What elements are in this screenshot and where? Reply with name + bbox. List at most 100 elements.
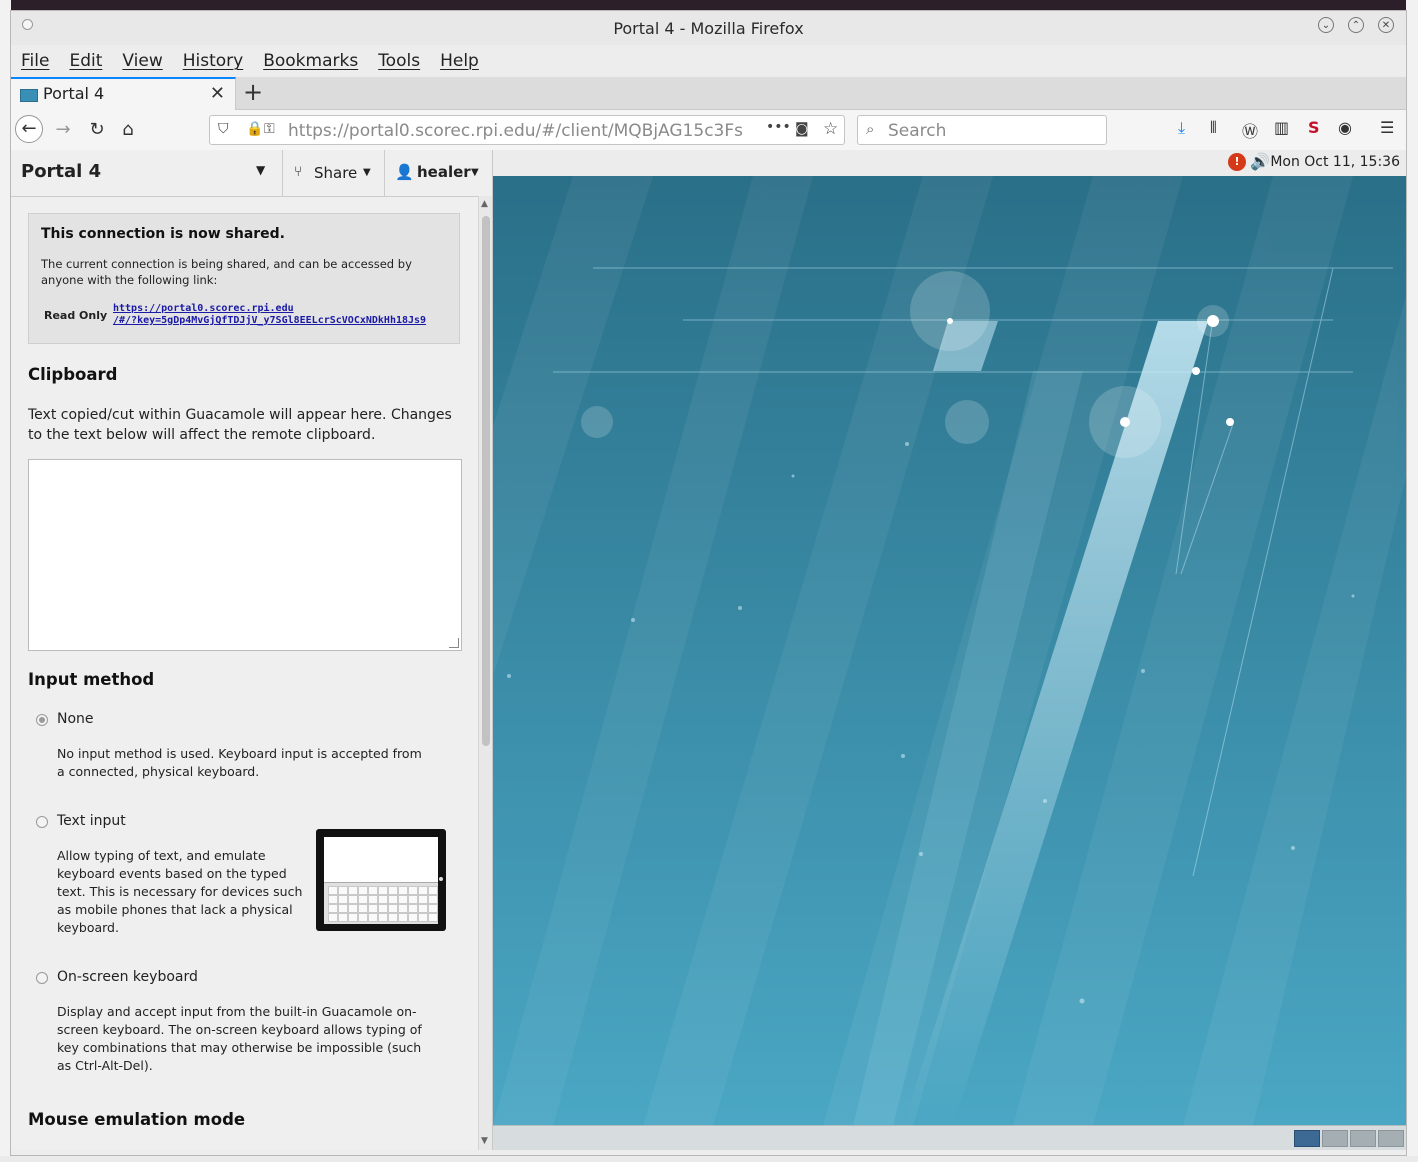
keyboard-key — [358, 895, 368, 904]
keyboard-key — [338, 886, 348, 895]
keyboard-key — [348, 904, 358, 913]
keyboard-key — [428, 913, 438, 922]
scroll-up-icon[interactable]: ▲ — [481, 199, 488, 209]
keyboard-key — [398, 913, 408, 922]
bookmark-star-icon[interactable]: ☆ — [823, 119, 838, 139]
remote-bottom-panel — [493, 1125, 1406, 1150]
option-none-label[interactable]: None — [57, 711, 94, 727]
share-menu-button[interactable]: ⑂ Share ▼ — [282, 150, 385, 196]
keyboard-key — [418, 904, 428, 913]
keyboard-key — [398, 886, 408, 895]
sidebar-scrollbar[interactable]: ▲ ▼ — [478, 196, 492, 1150]
resize-grip-icon[interactable] — [449, 638, 459, 648]
new-tab-icon[interactable]: + — [243, 78, 263, 106]
share-access-label: Read Only — [44, 309, 108, 322]
url-text[interactable]: https://portal0.scorec.rpi.edu/#/client/… — [288, 121, 743, 141]
title-bar: Portal 4 - Mozilla Firefox ⌄ ⌃ ✕ — [11, 11, 1406, 45]
share-notice: This connection is now shared. The curre… — [28, 213, 460, 344]
page-content: Portal 4 ▼ ⑂ Share ▼ 👤 healer ▼ This con… — [11, 150, 1406, 1155]
menu-edit[interactable]: Edit — [69, 51, 102, 71]
update-alert-icon[interactable]: ! — [1228, 153, 1246, 171]
search-placeholder: Search — [888, 121, 947, 141]
option-text-input-label[interactable]: Text input — [57, 813, 126, 829]
keyboard-key — [398, 895, 408, 904]
tab-portal-4[interactable]: Portal 4 ✕ — [11, 77, 236, 110]
url-bar[interactable]: ⛉ 🔒 ⚿ https://portal0.scorec.rpi.edu/#/c… — [209, 115, 845, 145]
keyboard-key — [338, 913, 348, 922]
keyboard-key — [348, 913, 358, 922]
firefox-window: Portal 4 - Mozilla Firefox ⌄ ⌃ ✕ File Ed… — [10, 10, 1407, 1156]
menu-file[interactable]: File — [21, 51, 49, 71]
library-icon[interactable]: ⫴ — [1210, 118, 1217, 138]
tracking-shield-icon[interactable]: ⛉ — [218, 121, 229, 137]
tab-close-icon[interactable]: ✕ — [210, 83, 225, 104]
volume-icon[interactable]: 🔊 — [1250, 152, 1270, 171]
clipboard-textarea[interactable] — [28, 459, 462, 651]
downloads-icon[interactable]: ⤓ — [1178, 118, 1185, 138]
keyboard-key — [428, 904, 438, 913]
tablet-keyboard — [324, 882, 438, 924]
keyboard-key — [408, 913, 418, 922]
radio-text-input[interactable] — [36, 816, 48, 828]
workspace-3[interactable] — [1350, 1130, 1376, 1147]
lock-icon[interactable]: 🔒 — [246, 121, 263, 137]
home-icon[interactable]: ⌂ — [114, 116, 142, 144]
menu-bookmarks[interactable]: Bookmarks — [263, 51, 358, 71]
back-icon[interactable]: ← — [15, 115, 43, 143]
keyboard-key — [328, 913, 338, 922]
reload-icon[interactable]: ↻ — [83, 116, 111, 144]
window-title: Portal 4 - Mozilla Firefox — [613, 19, 804, 38]
scrollbar-thumb[interactable] — [482, 216, 490, 746]
share-link-line2[interactable]: /#/?key=5gDp4MvGjQfTDJjV_y7SGl8EELcrScVO… — [113, 315, 426, 327]
share-notice-heading: This connection is now shared. — [41, 226, 286, 242]
workspace-4[interactable] — [1378, 1130, 1404, 1147]
workspace-2[interactable] — [1322, 1130, 1348, 1147]
radio-on-screen-keyboard[interactable] — [36, 972, 48, 984]
key-icon[interactable]: ⚿ — [264, 121, 275, 137]
tab-bar: Portal 4 ✕ + — [11, 77, 1406, 110]
tablet-button — [439, 877, 443, 881]
page-actions-icon[interactable]: ••• — [766, 119, 791, 135]
minimize-icon[interactable]: ⌄ — [1318, 17, 1334, 33]
option-text-input-description: Allow typing of text, and emulate keyboa… — [57, 848, 303, 935]
sidebar-icon[interactable]: ▥ — [1274, 118, 1289, 137]
hamburger-menu-icon[interactable]: ☰ — [1380, 118, 1394, 137]
chevron-down-icon[interactable]: ▼ — [256, 163, 265, 177]
option-osk-label[interactable]: On-screen keyboard — [57, 969, 198, 985]
close-icon[interactable]: ✕ — [1378, 17, 1394, 33]
share-link-line1[interactable]: https://portal0.scorec.rpi.edu — [113, 303, 426, 315]
favicon-icon — [20, 89, 38, 102]
account-icon[interactable]: ◉ — [1338, 118, 1352, 137]
keyboard-key — [418, 913, 428, 922]
user-menu-button[interactable]: 👤 healer ▼ — [384, 150, 492, 196]
guacamole-menu-header: Portal 4 ▼ ⑂ Share ▼ 👤 healer ▼ — [11, 150, 492, 197]
menu-view[interactable]: View — [122, 51, 162, 71]
menu-help[interactable]: Help — [440, 51, 479, 71]
extension-w-icon[interactable]: Ⓦ — [1242, 118, 1258, 142]
extension-s-icon[interactable]: S — [1308, 118, 1320, 137]
desktop-background-top — [0, 0, 1418, 10]
guacamole-menu: Portal 4 ▼ ⑂ Share ▼ 👤 healer ▼ This con… — [11, 150, 493, 1150]
menu-history[interactable]: History — [183, 51, 243, 71]
pocket-icon[interactable]: ◙ — [795, 121, 809, 137]
mouse-emulation-heading: Mouse emulation mode — [28, 1110, 246, 1129]
chevron-down-icon: ▼ — [471, 167, 479, 178]
menu-tools[interactable]: Tools — [378, 51, 420, 71]
maximize-icon[interactable]: ⌃ — [1348, 17, 1364, 33]
keyboard-key — [338, 895, 348, 904]
keyboard-key — [388, 904, 398, 913]
remote-desktop[interactable]: ! 🔊 Mon Oct 11, 15:36 — [493, 150, 1406, 1150]
remote-clock[interactable]: Mon Oct 11, 15:36 — [1270, 154, 1400, 170]
search-input[interactable]: ⌕ Search — [857, 115, 1107, 145]
forward-icon[interactable]: → — [49, 116, 77, 144]
keyboard-key — [378, 904, 388, 913]
keyboard-key — [348, 886, 358, 895]
scroll-down-icon[interactable]: ▼ — [481, 1136, 488, 1146]
radio-none[interactable] — [36, 714, 48, 726]
keyboard-key — [338, 904, 348, 913]
keyboard-key — [328, 886, 338, 895]
keyboard-key — [328, 895, 338, 904]
share-link[interactable]: https://portal0.scorec.rpi.edu /#/?key=5… — [113, 303, 426, 327]
workspace-1[interactable] — [1294, 1130, 1320, 1147]
keyboard-key — [428, 895, 438, 904]
